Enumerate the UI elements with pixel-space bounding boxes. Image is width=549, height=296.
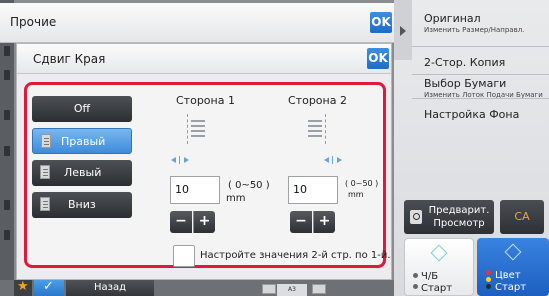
side2-range-label: ( 0~50 ) [345, 179, 379, 188]
bw-start-label-line2: Старт [421, 283, 453, 294]
document-icon [41, 134, 51, 148]
side1-shift-arrow-icon [171, 156, 189, 164]
paper-size-indicator: A3 [277, 284, 307, 296]
side2-plus-button[interactable]: + [313, 211, 335, 233]
option-right-button[interactable]: Правый [32, 128, 132, 154]
option-off-button[interactable]: Off [32, 96, 132, 122]
back-button[interactable]: Назад [66, 280, 154, 296]
side1-range-label: ( 0~50 ) [228, 180, 270, 191]
side2-label: Сторона 2 [288, 94, 347, 107]
preview-button[interactable]: Предварит. Просмотр [404, 200, 494, 234]
color-start-button[interactable]: Цвет Старт [477, 238, 549, 296]
color-start-label-line1: Цвет [495, 270, 521, 281]
document-icon [40, 165, 50, 179]
right-panel-item-label: Оригинал [424, 12, 481, 25]
margin-shift-title: Сдвиг Края [33, 52, 106, 66]
favorite-star-icon[interactable] [14, 279, 32, 296]
side1-minus-button[interactable]: − [170, 211, 192, 233]
yellow-dot-icon [486, 277, 491, 282]
black-dot-icon [486, 284, 491, 289]
output-doc-icon [312, 284, 326, 294]
side1-paper-icon [187, 114, 209, 144]
side1-unit-label: mm [226, 193, 246, 204]
option-label: Левый [64, 166, 102, 179]
original-doc-icon [262, 284, 276, 294]
side2-shift-arrow-icon [324, 156, 342, 164]
clear-all-button[interactable]: CA [500, 200, 544, 234]
bw-start-button[interactable]: Ч/Б Старт [404, 238, 474, 296]
confirm-check-icon[interactable] [34, 279, 64, 296]
margin-shift-header: Сдвиг Края OK [17, 44, 391, 74]
option-left-button[interactable]: Левый [32, 160, 132, 186]
right-panel-item-label: Выбор Бумаги [424, 77, 507, 90]
red-dot-icon [486, 270, 491, 275]
other-settings-dialog-header: Прочие OK [0, 3, 394, 43]
right-panel-item-duplex-copy[interactable]: 2-Стор. Копия [424, 56, 549, 69]
match-side2-label: Настройте значения 2-й стр. по 1-й. [200, 250, 391, 261]
start-diamond-icon [504, 243, 522, 261]
side2-minus-button[interactable]: − [290, 211, 312, 233]
match-side2-checkbox[interactable] [173, 245, 195, 267]
right-panel-item-original[interactable]: Оригинал Изменить Размер/Направл. [424, 12, 549, 34]
side1-plus-button[interactable]: + [193, 211, 215, 233]
bw-start-label-line1: Ч/Б [421, 271, 439, 282]
option-label: Правый [61, 135, 106, 148]
indicator-dot-icon [413, 273, 418, 278]
right-panel-item-paper-select[interactable]: Выбор Бумаги Изменить Лоток Подачи Бумаг… [424, 77, 549, 99]
indicator-dot-icon [413, 284, 418, 289]
preview-label-line1: Предварит. [428, 205, 490, 216]
right-panel-item-label: Настройка Фона [424, 108, 520, 121]
preview-icon [410, 210, 422, 224]
other-settings-ok-button[interactable]: OK [370, 12, 392, 33]
option-label: Off [73, 102, 91, 115]
color-start-label-line2: Старт [495, 282, 527, 293]
option-down-button[interactable]: Вниз [32, 192, 132, 218]
right-panel-item-label: 2-Стор. Копия [424, 56, 506, 69]
option-label: Вниз [68, 198, 96, 211]
background-strip [0, 0, 14, 296]
preview-label-line2: Просмотр [433, 218, 485, 229]
start-diamond-icon [430, 244, 448, 262]
right-panel-item-background-adjust[interactable]: Настройка Фона [424, 108, 549, 121]
side1-label: Сторона 1 [176, 94, 235, 107]
panel-collapse-toggle[interactable] [394, 0, 412, 60]
side2-value-input[interactable]: 10 [288, 176, 338, 204]
right-panel-item-sublabel: Изменить Размер/Направл. [424, 26, 525, 34]
margin-shift-ok-button[interactable]: OK [367, 48, 389, 69]
other-settings-title: Прочие [10, 15, 57, 29]
document-icon [40, 197, 50, 211]
collapse-arrow-icon [400, 26, 406, 36]
side2-paper-icon [304, 114, 326, 144]
side1-value-input[interactable]: 10 [170, 176, 220, 204]
side2-unit-label: mm [348, 190, 364, 199]
